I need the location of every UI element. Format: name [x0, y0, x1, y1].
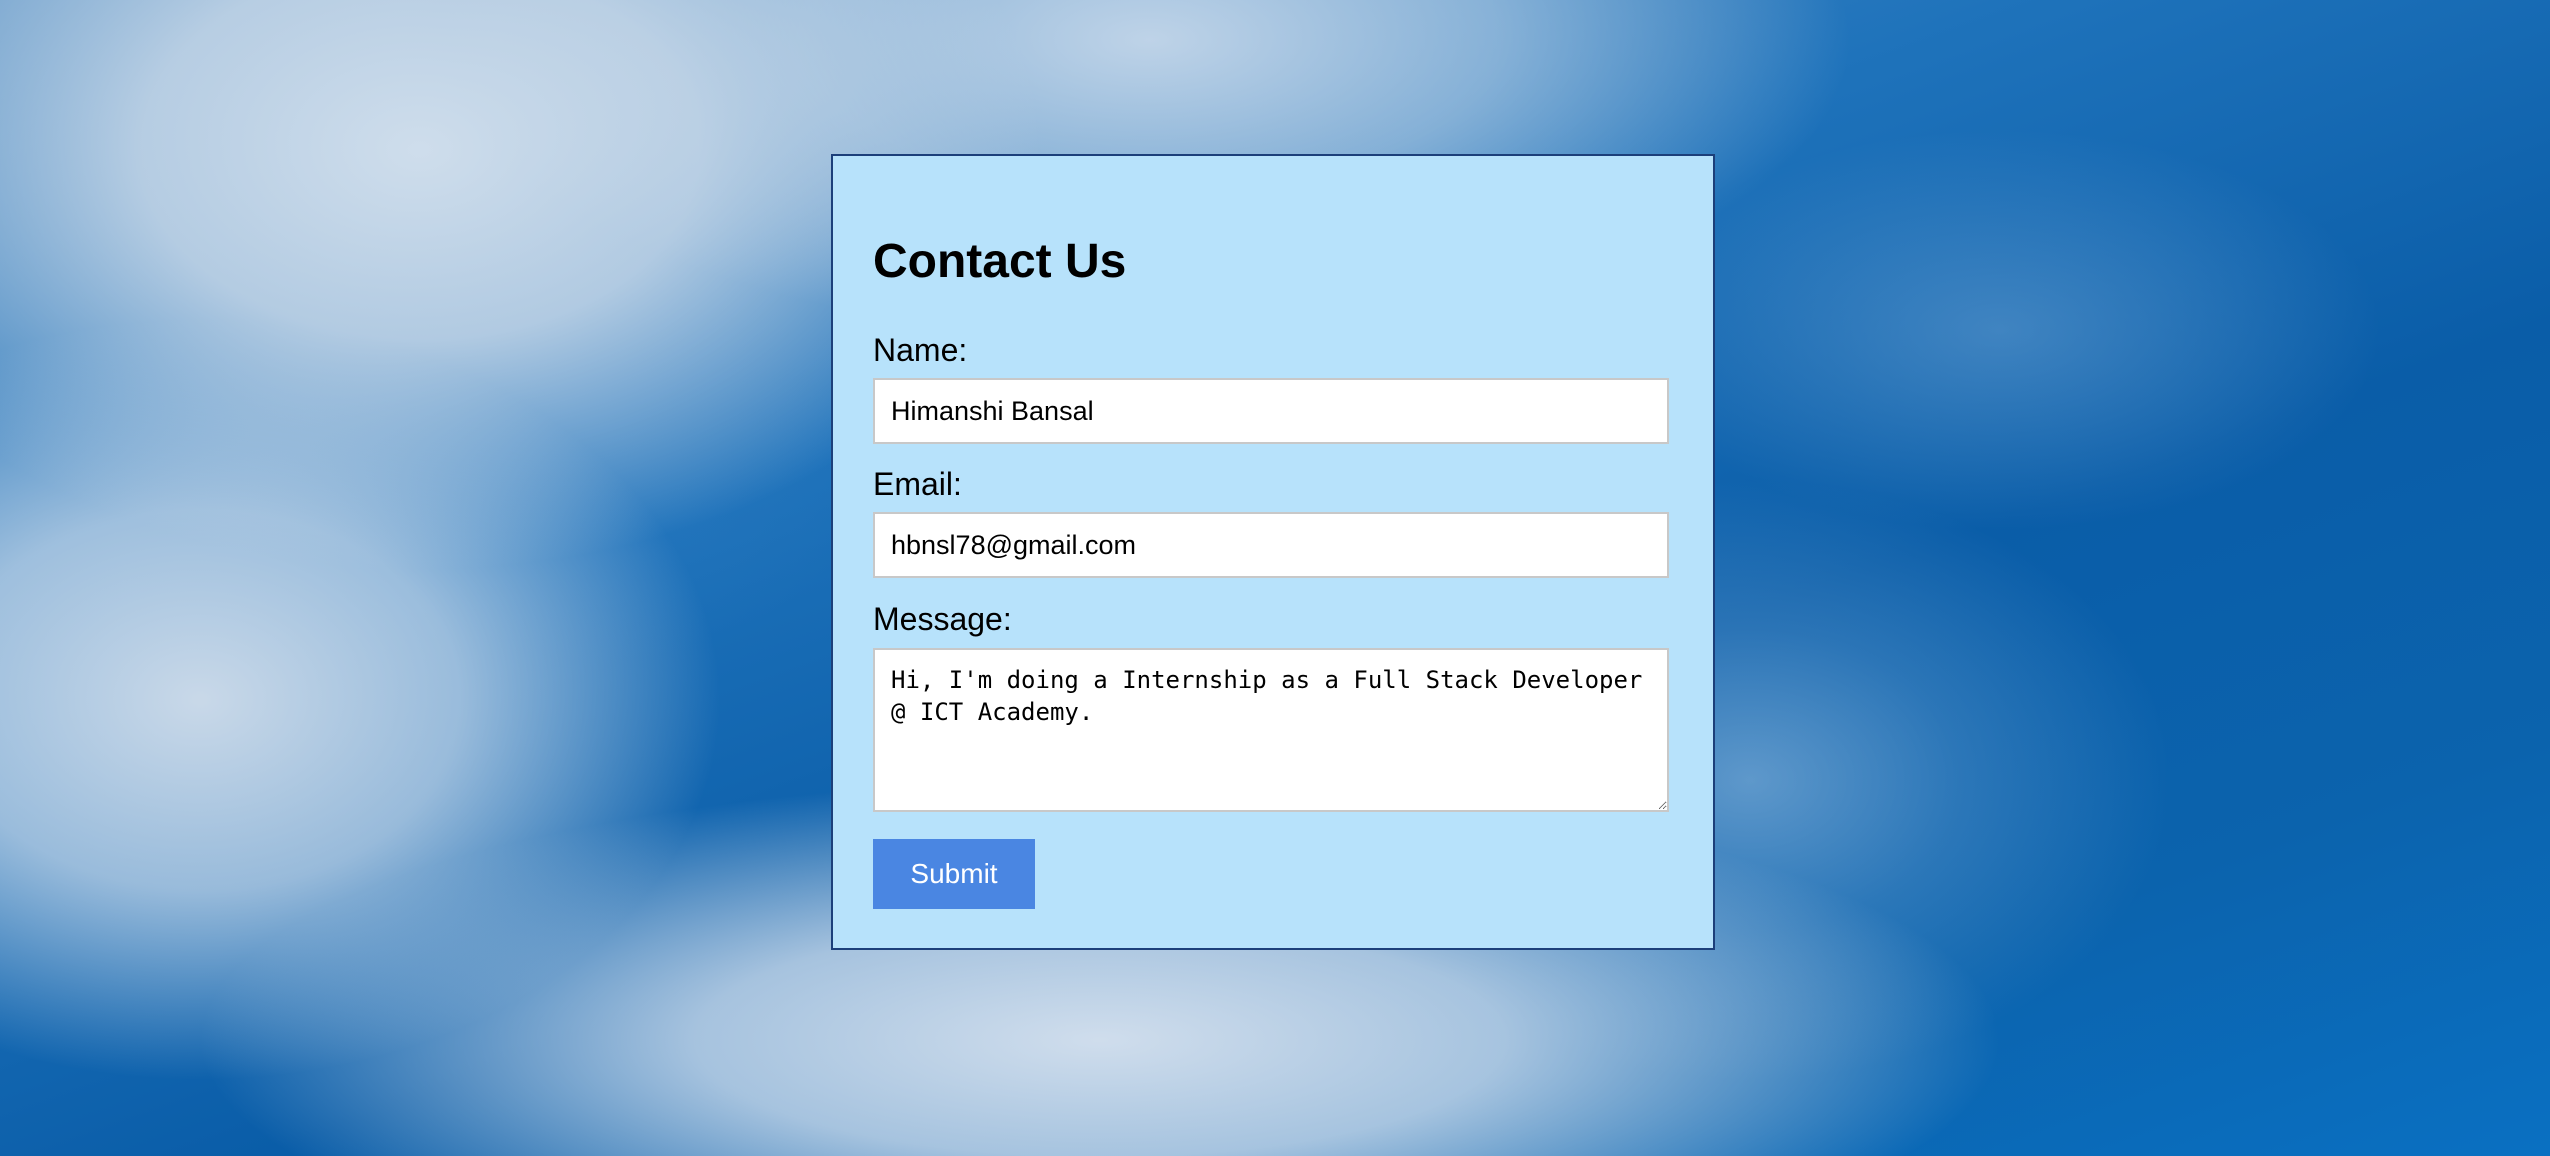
email-label: Email: — [873, 466, 962, 502]
message-label: Message: — [873, 601, 1012, 637]
message-textarea[interactable]: Hi, I'm doing a Internship as a Full Sta… — [873, 648, 1669, 812]
email-input[interactable] — [873, 512, 1669, 578]
submit-button[interactable]: Submit — [873, 839, 1035, 909]
form-title: Contact Us — [873, 235, 1127, 288]
name-input[interactable] — [873, 378, 1669, 444]
name-label: Name: — [873, 332, 968, 368]
contact-form-card: Contact Us Name: Email: Message: Hi, I'm… — [831, 154, 1715, 950]
